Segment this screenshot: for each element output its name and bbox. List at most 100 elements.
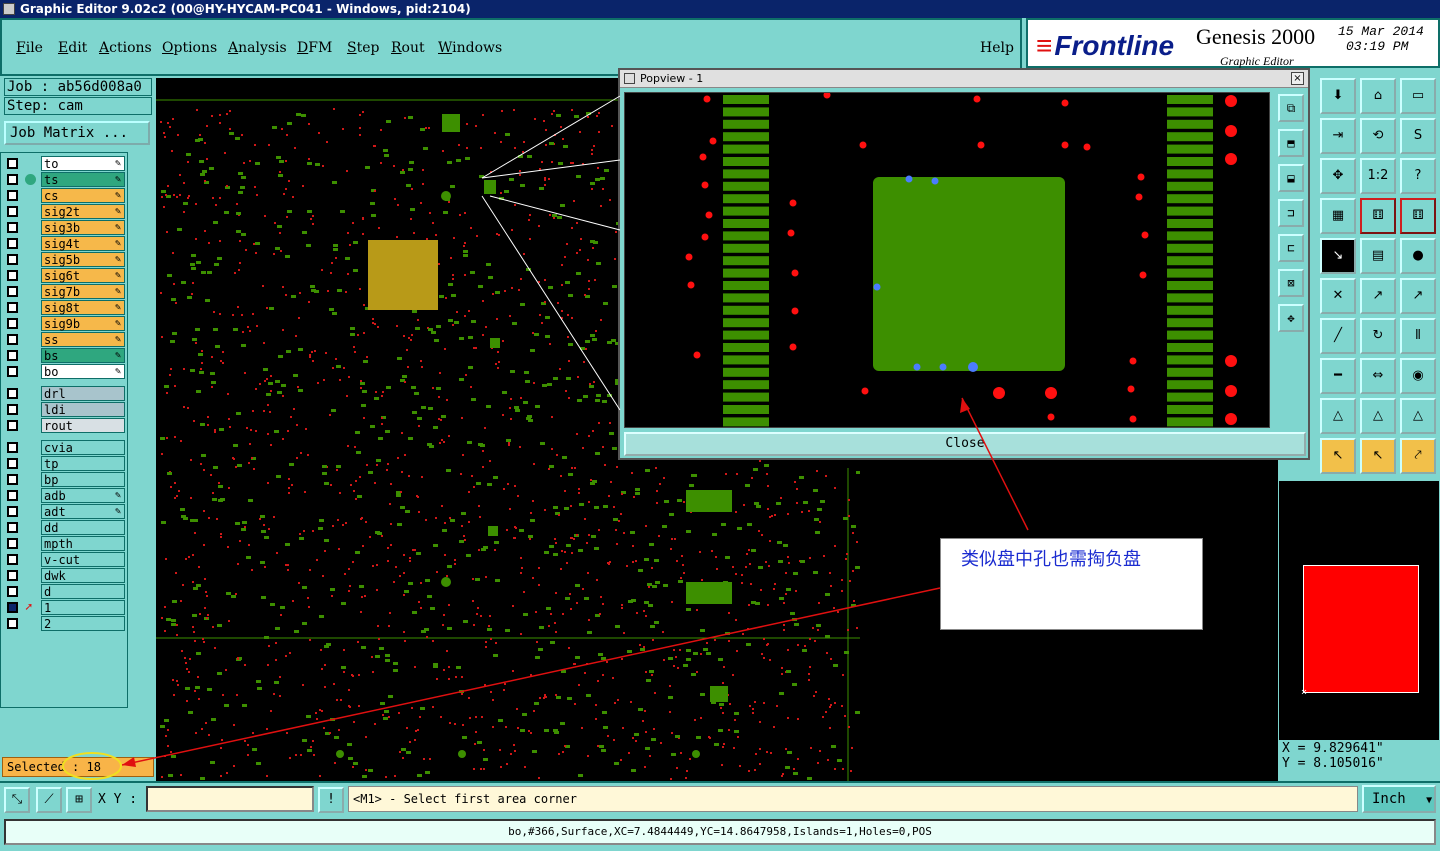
layer-row-d[interactable]: d [5,584,125,599]
layer-name[interactable]: ldi [41,402,125,417]
layer-row-adb[interactable]: adb ✎ [5,488,125,503]
tool-button-0-0[interactable]: ⬇ [1320,78,1356,114]
layer-row-sig3b[interactable]: sig3b ✎ [5,220,125,235]
layer-name[interactable]: rout [41,418,125,433]
layer-checkbox[interactable] [7,302,18,313]
layer-name[interactable]: tp [41,456,125,471]
layer-checkbox[interactable] [7,404,18,415]
layer-name[interactable]: cvia [41,440,125,455]
layer-row-drl[interactable]: drl [5,386,125,401]
layer-name[interactable]: 2 [41,616,125,631]
layer-checkbox[interactable] [7,458,18,469]
layer-row-cs[interactable]: cs ✎ [5,188,125,203]
layer-row-mpth[interactable]: mpth [5,536,125,551]
layer-name[interactable]: to ✎ [41,156,125,171]
layer-checkbox[interactable] [7,366,18,377]
layer-checkbox[interactable] [7,420,18,431]
layer-name[interactable]: v-cut [41,552,125,567]
tool-button-5-0[interactable]: ✕ [1320,278,1356,314]
popview-tool-0[interactable]: ⧉ [1278,94,1304,122]
menu-analysis[interactable]: Analysis [228,40,287,56]
layer-checkbox[interactable] [7,174,18,185]
layer-checkbox[interactable] [7,602,18,613]
popview-tool-4[interactable]: ⊏ [1278,234,1304,262]
layer-name[interactable]: sig7b ✎ [41,284,125,299]
tool-button-7-2[interactable]: ◉ [1400,358,1436,394]
popview-close-icon[interactable]: × [1291,72,1304,85]
layer-name[interactable]: adb ✎ [41,488,125,503]
tool-button-7-1[interactable]: ⇔ [1360,358,1396,394]
layer-name[interactable]: sig2t ✎ [41,204,125,219]
layer-row-sig5b[interactable]: sig5b ✎ [5,252,125,267]
popview-tool-1[interactable]: ⬒ [1278,129,1304,157]
menu-actions[interactable]: Actions [99,40,152,56]
popview-tool-6[interactable]: ✥ [1278,304,1304,332]
layer-row-1[interactable]: ➚ 1 [5,600,125,615]
layer-row-sig4t[interactable]: sig4t ✎ [5,236,125,251]
tool-button-1-1[interactable]: ⟲ [1360,118,1396,154]
tool-button-5-2[interactable]: ↗ [1400,278,1436,314]
tool-button-1-0[interactable]: ⇥ [1320,118,1356,154]
layer-checkbox[interactable] [7,254,18,265]
layer-checkbox[interactable] [7,286,18,297]
layer-checkbox[interactable] [7,538,18,549]
layer-name[interactable]: drl [41,386,125,401]
layer-checkbox[interactable] [7,238,18,249]
layer-name[interactable]: dd [41,520,125,535]
menu-file[interactable]: File [16,40,43,56]
menu-step[interactable]: Step [347,40,379,56]
layer-row-sig9b[interactable]: sig9b ✎ [5,316,125,331]
tool-button-6-0[interactable]: ╱ [1320,318,1356,354]
layer-name[interactable]: sig4t ✎ [41,236,125,251]
layer-row-ss[interactable]: ss ✎ [5,332,125,347]
menu-edit[interactable]: Edit [58,40,87,56]
layer-row-sig6t[interactable]: sig6t ✎ [5,268,125,283]
layer-name[interactable]: sig9b ✎ [41,316,125,331]
layer-row-ts[interactable]: ts ✎ [5,172,125,187]
layer-row-tp[interactable]: tp [5,456,125,471]
layer-name[interactable]: sig8t ✎ [41,300,125,315]
layer-checkbox[interactable] [7,318,18,329]
menu-options[interactable]: Options [162,40,217,56]
layer-row-bo[interactable]: bo ✎ [5,364,125,379]
menu-help[interactable]: Help [980,40,1014,56]
zoom-fit-button[interactable]: ⤡ [4,787,30,813]
layer-checkbox[interactable] [7,506,18,517]
layer-name[interactable]: dwk [41,568,125,583]
tool-button-0-1[interactable]: ⌂ [1360,78,1396,114]
tool-button-4-0[interactable]: ↘ [1320,238,1356,274]
layer-row-sig8t[interactable]: sig8t ✎ [5,300,125,315]
tool-button-6-1[interactable]: ↻ [1360,318,1396,354]
layer-row-sig2t[interactable]: sig2t ✎ [5,204,125,219]
tool-button-4-1[interactable]: ▤ [1360,238,1396,274]
menu-rout[interactable]: Rout [391,40,425,56]
tool-button-8-1[interactable]: △ [1360,398,1396,434]
layer-name[interactable]: d [41,584,125,599]
layer-checkbox[interactable] [7,190,18,201]
tool-button-1-2[interactable]: S [1400,118,1436,154]
layer-checkbox[interactable] [7,522,18,533]
popview-close-button[interactable]: Close [624,432,1306,456]
overview-panel[interactable]: × [1278,480,1440,741]
tool-button-2-1[interactable]: 1:2 [1360,158,1396,194]
layer-row-bs[interactable]: bs ✎ [5,348,125,363]
alert-button[interactable]: ! [318,787,344,813]
layer-name[interactable]: ts ✎ [41,172,125,187]
layer-name[interactable]: adt ✎ [41,504,125,519]
layer-row-cvia[interactable]: cvia [5,440,125,455]
popview-canvas[interactable] [624,92,1270,428]
layer-row-v-cut[interactable]: v-cut [5,552,125,567]
layer-name[interactable]: 1 [41,600,125,615]
layer-row-2[interactable]: 2 [5,616,125,631]
tool-button-5-1[interactable]: ↗ [1360,278,1396,314]
layer-name[interactable]: sig6t ✎ [41,268,125,283]
xy-input[interactable] [146,786,314,812]
layer-row-dd[interactable]: dd [5,520,125,535]
tool-button-9-1[interactable]: ↖ [1360,438,1396,474]
popview-tool-2[interactable]: ⬓ [1278,164,1304,192]
layer-name[interactable]: bs ✎ [41,348,125,363]
layer-row-bp[interactable]: bp [5,472,125,487]
layer-row-ldi[interactable]: ldi [5,402,125,417]
layer-row-to[interactable]: to ✎ [5,156,125,171]
layer-checkbox[interactable] [7,158,18,169]
